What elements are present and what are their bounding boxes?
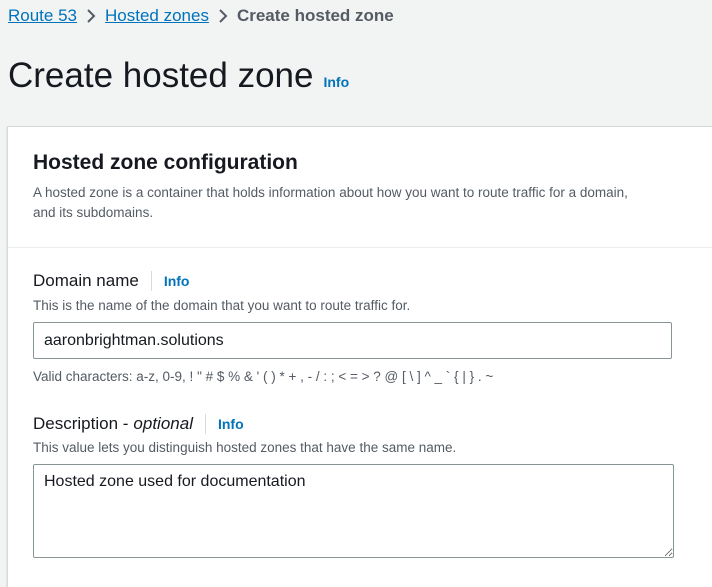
- chevron-right-icon: [209, 8, 237, 24]
- breadcrumb-hosted-zones-link[interactable]: Hosted zones: [105, 6, 209, 26]
- domain-name-description: This is the name of the domain that you …: [33, 298, 411, 313]
- breadcrumb-route53-link[interactable]: Route 53: [8, 6, 77, 26]
- page-info-link[interactable]: Info: [323, 74, 349, 90]
- label-divider: [204, 414, 206, 434]
- domain-name-constraint: Valid characters: a-z, 0-9, ! " # $ % & …: [33, 369, 494, 384]
- domain-name-info-link[interactable]: Info: [164, 273, 190, 289]
- panel-description: A hosted zone is a container that holds …: [33, 183, 712, 223]
- panel-description-line: and its subdomains.: [33, 205, 154, 220]
- breadcrumb-current: Create hosted zone: [236, 6, 394, 25]
- hosted-zone-configuration-panel: Hosted zone configuration A hosted zone …: [7, 126, 712, 587]
- page-title: Create hosted zone Info: [8, 56, 349, 96]
- chevron-right-icon: [77, 8, 105, 24]
- label-divider: [150, 271, 152, 291]
- page-title-text: Create hosted zone: [8, 56, 314, 95]
- panel-description-line: A hosted zone is a container that holds …: [33, 185, 628, 200]
- breadcrumb: Route 53 Hosted zones Create hosted zone: [8, 4, 394, 28]
- panel-header: Hosted zone configuration A hosted zone …: [8, 127, 712, 248]
- domain-name-input[interactable]: [33, 322, 672, 359]
- description-label-text: Description -: [33, 414, 129, 433]
- description-textarea[interactable]: Hosted zone used for documentation: [33, 464, 674, 558]
- description-optional: optional: [133, 414, 193, 433]
- panel-title: Hosted zone configuration: [33, 151, 298, 174]
- description-label: Description - optional Info: [33, 414, 244, 434]
- description-field-description: This value lets you distinguish hosted z…: [33, 440, 457, 455]
- domain-name-label: Domain name Info: [33, 271, 189, 291]
- description-info-link[interactable]: Info: [218, 416, 244, 432]
- domain-name-label-text: Domain name: [33, 271, 139, 290]
